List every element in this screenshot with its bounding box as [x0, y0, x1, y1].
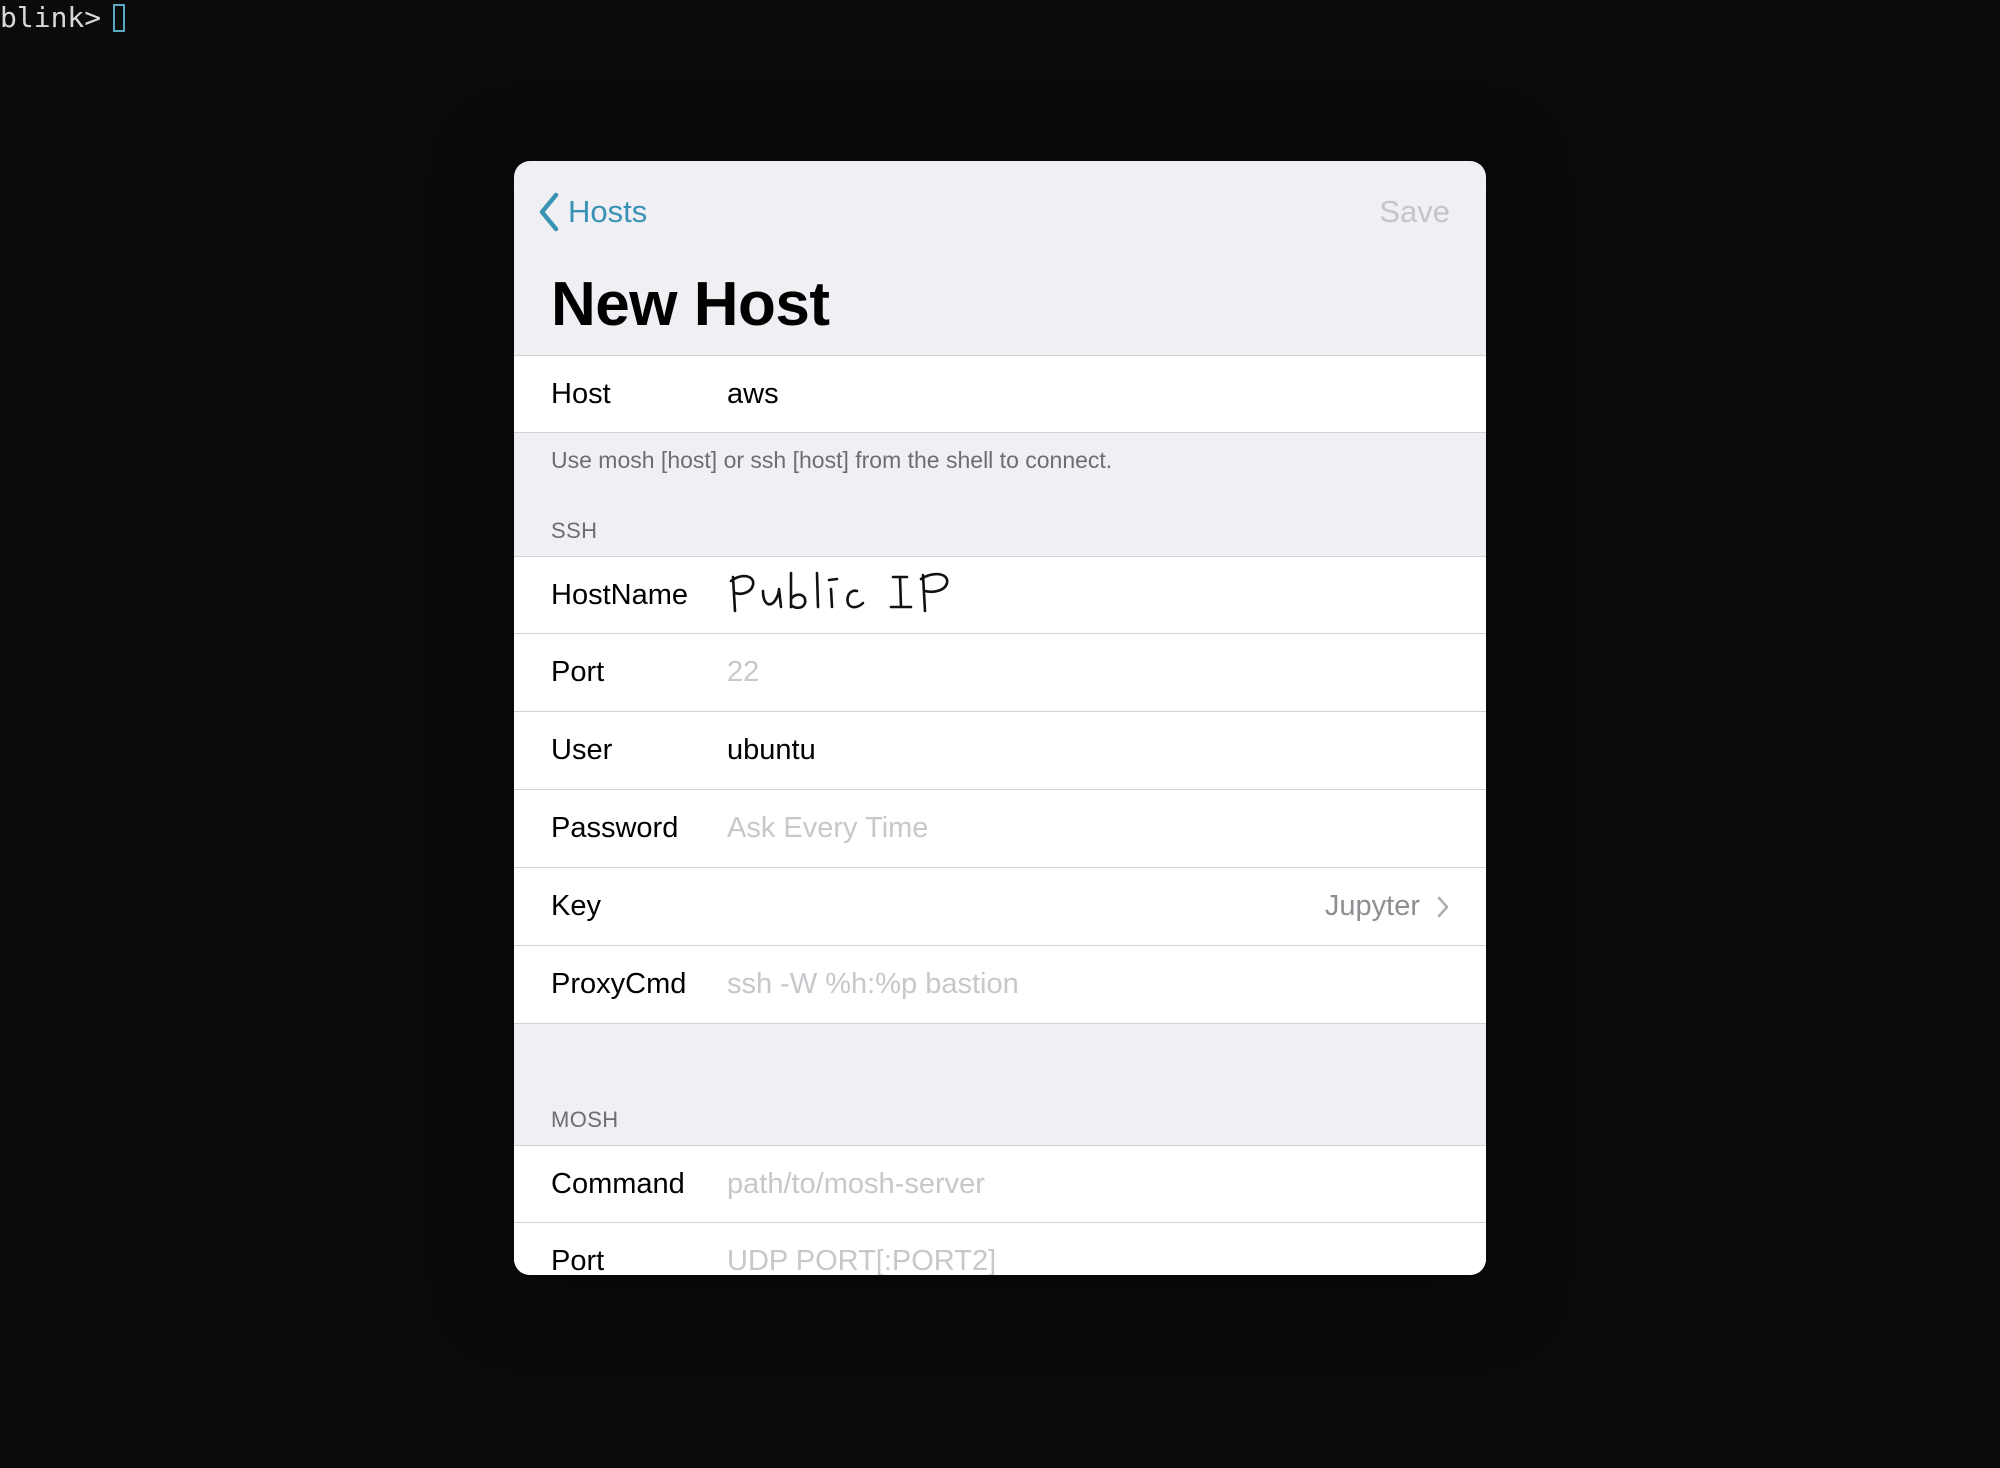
mosh-section-header: MOSH [551, 1107, 619, 1132]
host-section: Host [514, 355, 1486, 433]
mosh-command-row[interactable]: Command [514, 1145, 1486, 1223]
back-to-hosts-button[interactable]: Hosts [536, 189, 647, 235]
password-row[interactable]: Password [514, 790, 1486, 868]
ssh-section-header: SSH [551, 518, 598, 543]
ssh-section: HostName Port 22 User ubuntu Password As… [514, 556, 1486, 1024]
mosh-command-input[interactable] [727, 1167, 1446, 1201]
ssh-port-row[interactable]: Port [514, 634, 1486, 712]
hostname-row[interactable]: HostName [514, 556, 1486, 634]
user-label: User [551, 734, 613, 766]
password-label: Password [551, 812, 679, 844]
hostname-handwritten-value[interactable] [727, 567, 967, 623]
key-value: Jupyter [1324, 890, 1420, 922]
prompt-text: blink> [0, 1, 102, 34]
navigation-bar: Hosts Save [514, 161, 1486, 261]
mosh-command-label: Command [551, 1167, 685, 1200]
key-row[interactable]: Key Jupyter [514, 868, 1486, 946]
ssh-port-label: Port [551, 656, 605, 688]
terminal-prompt: blink> [0, 0, 126, 36]
key-accessory: Jupyter [1325, 890, 1450, 923]
proxycmd-row[interactable]: ProxyCmd [514, 946, 1486, 1024]
page-title: New Host [551, 270, 830, 339]
back-label: Hosts [568, 194, 648, 229]
new-host-modal: Hosts Save New Host Host Use mosh [host]… [514, 161, 1486, 1275]
host-input[interactable] [727, 377, 1446, 411]
user-row[interactable]: User [514, 712, 1486, 790]
ssh-port-input[interactable] [727, 656, 1446, 689]
chevron-left-icon [539, 192, 559, 232]
save-button[interactable]: Save [1379, 189, 1450, 235]
mosh-port-label: Port [551, 1245, 605, 1275]
hostname-label: HostName [551, 578, 688, 611]
password-input[interactable] [727, 812, 1446, 845]
proxycmd-label: ProxyCmd [551, 968, 687, 1000]
terminal-cursor [113, 4, 126, 32]
mosh-port-input[interactable] [727, 1245, 1446, 1275]
chevron-right-icon [1437, 896, 1449, 917]
key-label: Key [551, 890, 601, 922]
host-footer-note: Use mosh [host] or ssh [host] from the s… [551, 447, 1113, 473]
proxycmd-input[interactable] [727, 968, 1446, 1001]
mosh-section: Command Port [514, 1145, 1486, 1275]
user-input[interactable] [727, 734, 1446, 767]
host-row[interactable]: Host [514, 355, 1486, 433]
mosh-port-row[interactable]: Port [514, 1223, 1486, 1275]
host-label: Host [551, 377, 611, 410]
